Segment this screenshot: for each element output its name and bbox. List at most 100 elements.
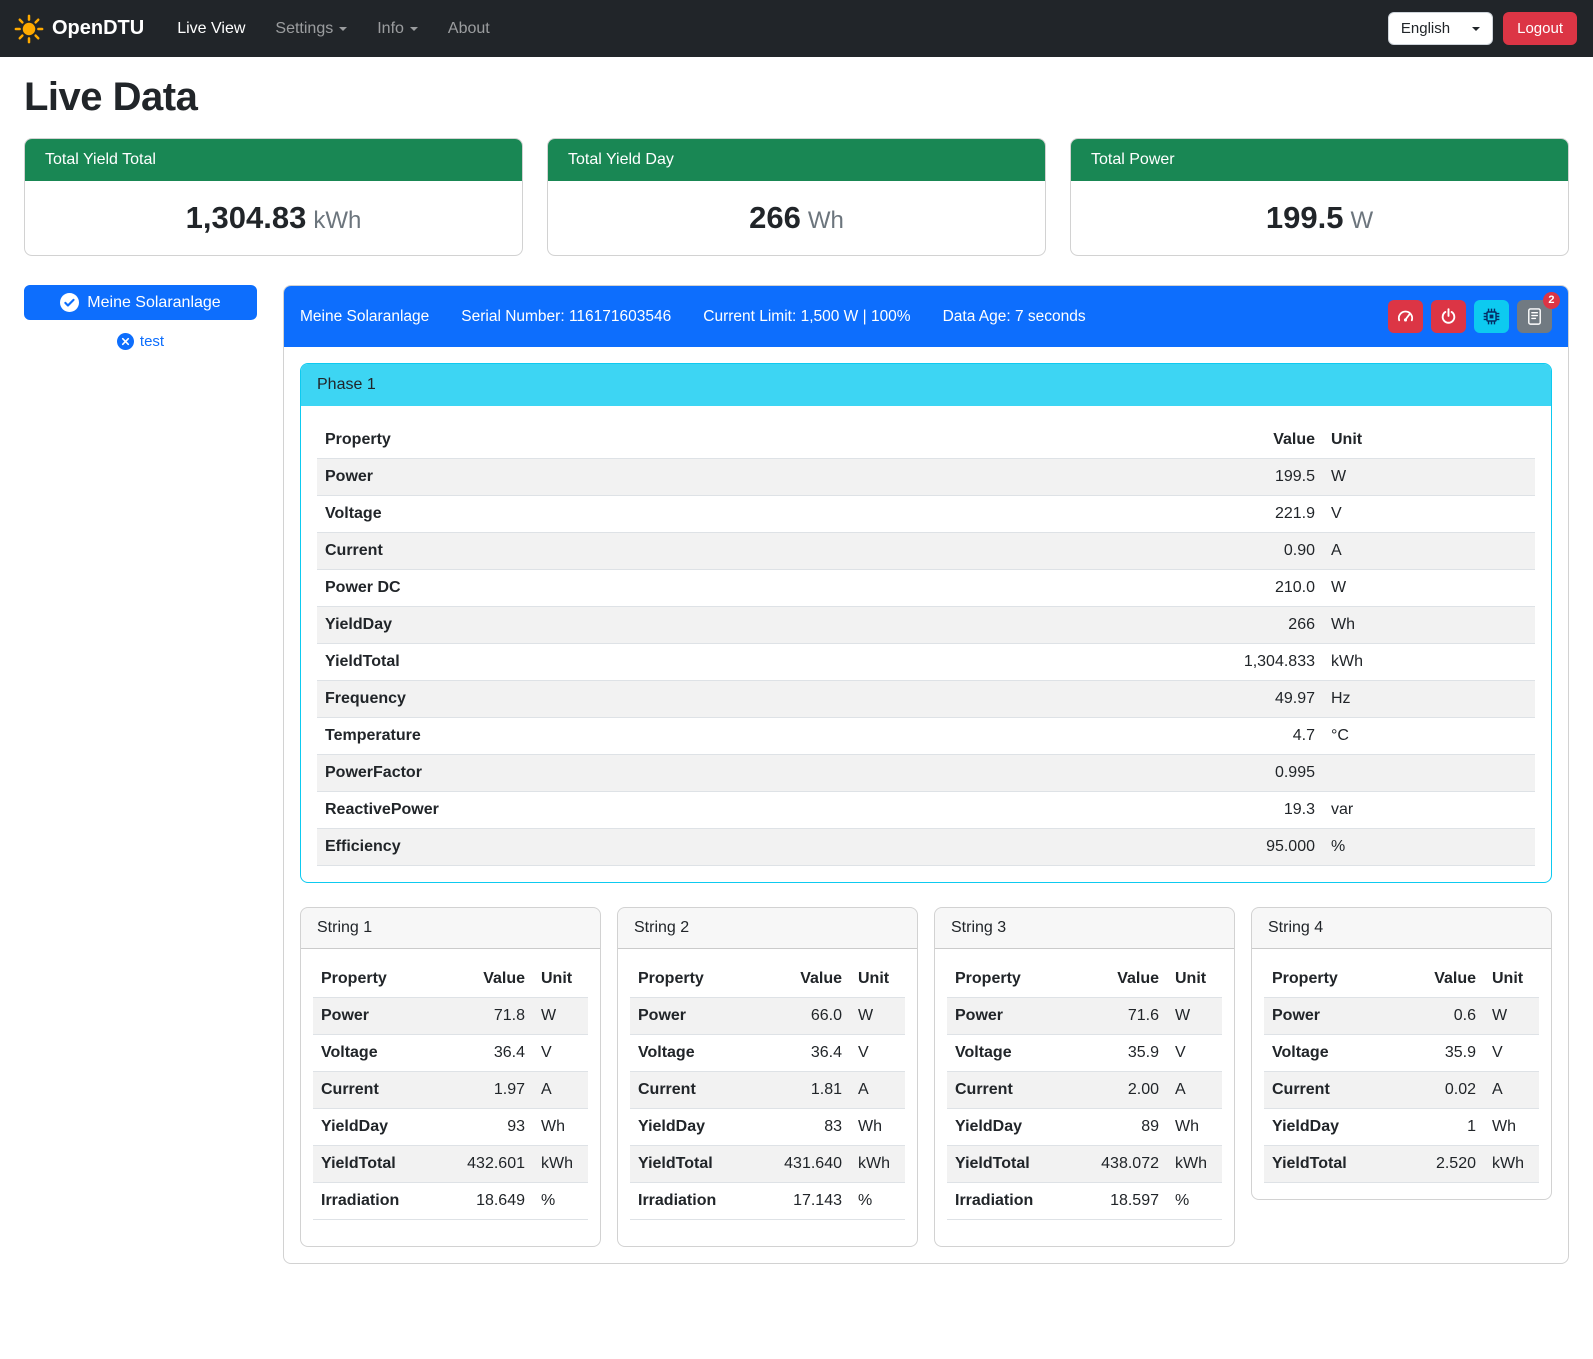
sidebar-item-test[interactable]: test [24,333,257,350]
property-cell: Irradiation [947,1183,1085,1220]
total-power-value: 199.5 [1266,200,1344,235]
string-2-title: String 2 [618,908,917,949]
property-cell: YieldDay [1264,1109,1402,1146]
inverter-panel-body: Phase 1 Property Value Unit [284,347,1568,1263]
property-cell: Voltage [317,496,1188,533]
nav-item-info[interactable]: Info [362,12,433,46]
total-yield-day-unit: Wh [808,207,844,234]
column-header-unit: Unit [533,961,588,998]
nav-links: Live View Settings Info About [162,12,505,46]
column-header-property: Property [313,961,451,998]
unit-cell: kWh [1323,644,1535,681]
table-row: Voltage 36.4 V [630,1035,905,1072]
unit-cell: A [850,1072,905,1109]
check-circle-icon [60,293,79,312]
sidebar-item-meine-solaranlage[interactable]: Meine Solaranlage [24,285,257,320]
table-row: YieldDay 266 Wh [317,607,1535,644]
table-row: YieldDay 89 Wh [947,1109,1222,1146]
value-cell: 35.9 [1085,1035,1167,1072]
total-yield-total-title: Total Yield Total [25,139,522,181]
table-row: Current 2.00 A [947,1072,1222,1109]
brand-name: OpenDTU [52,17,144,40]
table-row: YieldTotal 1,304.833 kWh [317,644,1535,681]
total-yield-total-body: 1,304.83kWh [25,181,522,255]
property-cell: Power [630,998,768,1035]
unit-cell: V [1167,1035,1222,1072]
unit-cell: kWh [1484,1146,1539,1183]
unit-cell: A [1167,1072,1222,1109]
unit-cell: °C [1323,718,1535,755]
unit-cell: A [1484,1072,1539,1109]
string-4-title: String 4 [1252,908,1551,949]
nav-item-live-view[interactable]: Live View [162,12,260,46]
unit-cell: Hz [1323,681,1535,718]
language-selected-value: English [1401,20,1450,37]
total-power-body: 199.5W [1071,181,1568,255]
value-cell: 1 [1402,1109,1484,1146]
property-cell: Power [317,459,1188,496]
property-cell: YieldDay [313,1109,451,1146]
brand[interactable]: OpenDTU [14,14,144,44]
string-4-body: Property Value Unit Power [1252,949,1551,1199]
event-count-badge: 2 [1543,292,1560,309]
value-cell: 71.6 [1085,998,1167,1035]
unit-cell: W [533,998,588,1035]
value-cell: 221.9 [1188,496,1323,533]
phase-title: Phase 1 [301,364,1551,406]
nav-item-settings[interactable]: Settings [260,12,362,46]
sidebar-item-label: test [140,333,164,350]
device-info-button[interactable] [1474,300,1509,333]
table-row: Efficiency 95.000 % [317,829,1535,866]
unit-cell: Wh [1484,1109,1539,1146]
navbar: OpenDTU Live View Settings Info About En… [0,0,1593,57]
value-cell: 0.90 [1188,533,1323,570]
property-cell: Voltage [1264,1035,1402,1072]
power-button[interactable] [1431,300,1466,333]
limit-settings-button[interactable] [1388,300,1423,333]
property-cell: Temperature [317,718,1188,755]
unit-cell: % [850,1183,905,1220]
value-cell: 18.597 [1085,1183,1167,1220]
total-power-unit: W [1350,207,1373,234]
column-header-value: Value [451,961,533,998]
table-row: Irradiation 18.597 % [947,1183,1222,1220]
unit-cell: Wh [533,1109,588,1146]
nav-right: English Logout [1388,12,1577,45]
property-cell: YieldTotal [317,644,1188,681]
table-row: Power DC 210.0 W [317,570,1535,607]
x-circle-icon [117,333,134,350]
value-cell: 49.97 [1188,681,1323,718]
value-cell: 1,304.833 [1188,644,1323,681]
property-cell: YieldDay [947,1109,1085,1146]
logout-button[interactable]: Logout [1503,12,1577,45]
table-row: Power 0.6 W [1264,998,1539,1035]
property-cell: Voltage [630,1035,768,1072]
total-yield-total-unit: kWh [313,207,361,234]
nav-item-about[interactable]: About [433,12,505,46]
table-row: YieldDay 93 Wh [313,1109,588,1146]
language-select[interactable]: English [1388,12,1493,45]
value-cell: 0.6 [1402,998,1484,1035]
unit-cell: V [1323,496,1535,533]
cpu-chip-icon [1482,307,1501,326]
string-1-title: String 1 [301,908,600,949]
value-cell: 0.995 [1188,755,1323,792]
speedometer-icon [1396,307,1415,326]
unit-cell: V [533,1035,588,1072]
unit-cell: kWh [1167,1146,1222,1183]
property-cell: Current [317,533,1188,570]
nav-item-settings-label: Settings [275,20,333,38]
event-log-button[interactable]: 2 [1517,300,1552,333]
property-cell: Current [313,1072,451,1109]
column-header-unit: Unit [850,961,905,998]
table-row: Temperature 4.7 °C [317,718,1535,755]
string-1-table: Property Value Unit Power [313,961,588,1220]
column-header-value: Value [768,961,850,998]
table-header-row: Property Value Unit [947,961,1222,998]
unit-cell: W [1167,998,1222,1035]
inverter-current-limit: Current Limit: 1,500 W | 100% [703,308,910,326]
table-row: Voltage 35.9 V [1264,1035,1539,1072]
unit-cell: % [533,1183,588,1220]
value-cell: 432.601 [451,1146,533,1183]
property-cell: YieldTotal [313,1146,451,1183]
